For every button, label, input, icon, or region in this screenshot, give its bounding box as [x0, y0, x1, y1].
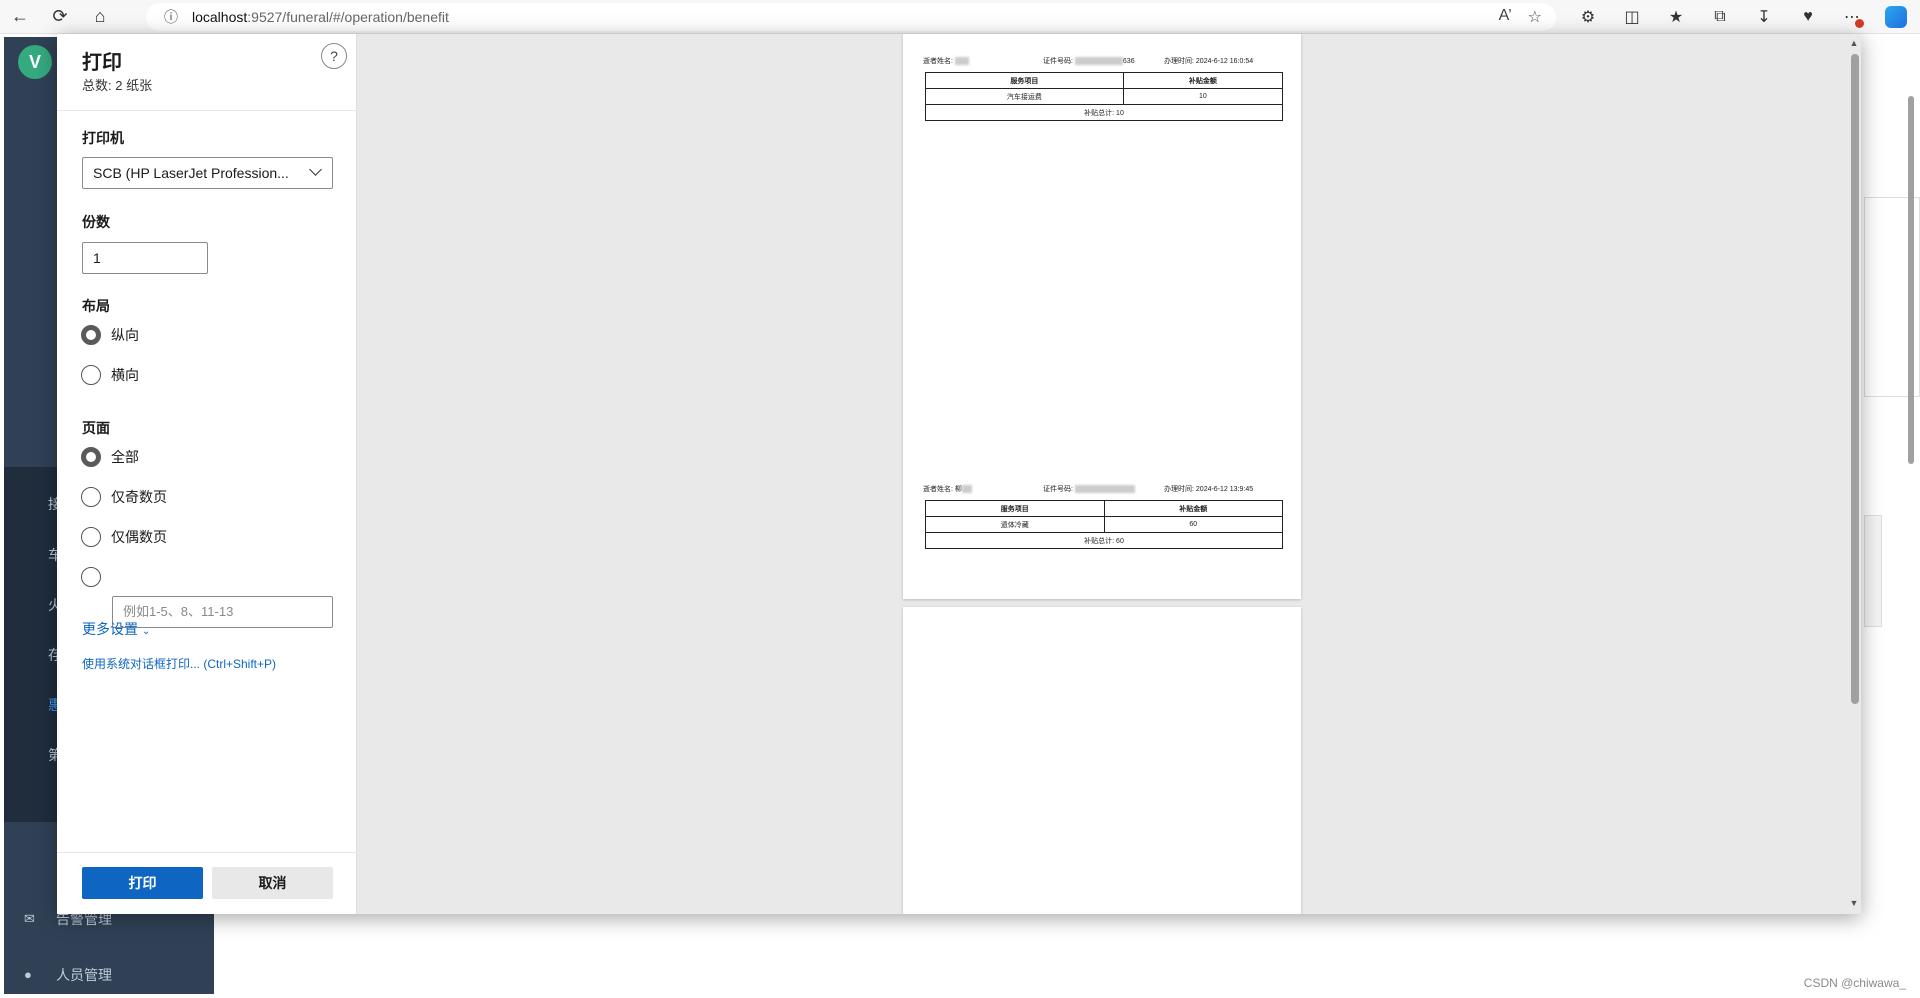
back-icon[interactable]: ← — [0, 0, 40, 34]
print-dialog: 打印 总数: 2 纸张 ? 打印机 SCB (HP LaserJet Profe… — [57, 34, 1861, 914]
user-icon: ● — [24, 967, 32, 982]
layout-landscape-radio[interactable]: 横向 — [81, 365, 139, 385]
radio-selected-icon — [81, 325, 101, 345]
system-dialog-link[interactable]: 使用系统对话框打印... (Ctrl+Shift+P) — [82, 655, 276, 672]
notification-badge — [1855, 19, 1864, 28]
print-button[interactable]: 打印 — [82, 867, 203, 899]
pages-all-radio[interactable]: 全部 — [81, 447, 139, 467]
preview-page — [903, 607, 1301, 914]
chevron-down-icon — [309, 163, 322, 176]
browser-toolbar: ← ⟳ ⌂ ⓘ localhost:9527/funeral/#/operati… — [0, 0, 1920, 34]
favorite-star-icon[interactable]: ☆ — [1528, 7, 1542, 27]
print-preview: 逝者姓名: 证件号码: 636 办理时间: 2024-6-12 16:0:54 … — [357, 34, 1861, 914]
radio-label: 仅偶数页 — [111, 529, 167, 545]
page-scrollbar[interactable] — [1908, 36, 1918, 996]
collections-icon[interactable]: ⧉ — [1702, 0, 1738, 34]
copies-label: 份数 — [82, 214, 110, 230]
printer-label: 打印机 — [82, 130, 124, 146]
split-screen-icon[interactable]: ◫ — [1614, 0, 1650, 34]
pages-label: 页面 — [82, 420, 110, 436]
preview-page: 逝者姓名: 证件号码: 636 办理时间: 2024-6-12 16:0:54 … — [903, 34, 1301, 599]
radio-icon — [81, 527, 101, 547]
record-table: 服务项目 补贴金额 汽车接运费 10 补贴总计: 10 — [925, 72, 1284, 121]
address-bar[interactable]: ⓘ localhost:9527/funeral/#/operation/ben… — [146, 3, 1556, 31]
record-id: 证件号码: 636 — [1043, 57, 1135, 66]
layout-portrait-radio[interactable]: 纵向 — [81, 325, 139, 345]
radio-icon — [81, 487, 101, 507]
record-header: 逝者姓名: 柳 — [923, 484, 972, 494]
radio-label: 仅奇数页 — [111, 489, 167, 505]
scroll-down-icon[interactable]: ▼ — [1849, 898, 1859, 908]
printer-value: SCB (HP LaserJet Profession... — [93, 165, 289, 181]
pages-even-radio[interactable]: 仅偶数页 — [81, 527, 167, 547]
printer-select[interactable]: SCB (HP LaserJet Profession... — [82, 157, 333, 189]
dialog-title: 打印 — [82, 52, 122, 74]
more-settings-label: 更多设置 — [82, 621, 138, 637]
chat-icon: ✉ — [24, 911, 35, 926]
print-settings-panel: 打印 总数: 2 纸张 ? 打印机 SCB (HP LaserJet Profe… — [57, 34, 357, 914]
layout-label: 布局 — [82, 298, 110, 314]
preview-scrollbar[interactable] — [1851, 54, 1859, 704]
copies-input[interactable]: 1 — [82, 242, 208, 274]
radio-label: 全部 — [111, 449, 139, 465]
record-time: 办理时间: 2024-6-12 13:9:45 — [1164, 486, 1254, 493]
home-icon[interactable]: ⌂ — [80, 0, 120, 34]
site-info-icon[interactable]: ⓘ — [156, 7, 186, 27]
radio-label: 横向 — [111, 367, 139, 383]
read-aloud-icon[interactable]: A’ — [1499, 7, 1512, 27]
radio-label: 纵向 — [111, 327, 139, 343]
downloads-icon[interactable]: ↧ — [1746, 0, 1782, 34]
refresh-icon[interactable]: ⟳ — [40, 0, 80, 34]
record-time: 办理时间: 2024-6-12 16:0:54 — [1164, 58, 1254, 65]
record-table: 服务项目 补贴金额 遗体冷藏 60 补贴总计: 60 — [925, 500, 1283, 549]
app-logo: V — [18, 45, 52, 79]
more-menu-icon[interactable]: ⋯ — [1834, 0, 1870, 34]
watermark: CSDN @chiwawa_ — [1803, 976, 1906, 990]
radio-selected-icon — [81, 447, 101, 467]
scroll-up-icon[interactable]: ▲ — [1849, 38, 1859, 48]
radio-icon — [81, 567, 101, 587]
chevron-down-icon: ⌄ — [141, 626, 151, 637]
pages-odd-radio[interactable]: 仅奇数页 — [81, 487, 167, 507]
sidebar-item-staff[interactable]: ● 人员管理 — [24, 965, 112, 985]
sidebar-item-label: 人员管理 — [56, 967, 112, 983]
cancel-button[interactable]: 取消 — [212, 867, 333, 899]
more-settings-link[interactable]: 更多设置 ⌄ — [82, 619, 150, 639]
sheet-count: 总数: 2 纸张 — [82, 78, 153, 93]
help-icon[interactable]: ? — [321, 43, 347, 69]
performance-icon[interactable]: ♥ — [1790, 0, 1826, 34]
record-header: 逝者姓名: — [923, 56, 969, 66]
copilot-icon[interactable] — [1878, 0, 1914, 34]
pages-custom-radio[interactable] — [81, 567, 101, 587]
favorites-icon[interactable]: ★ — [1658, 0, 1694, 34]
extensions-icon[interactable]: ⚙ — [1570, 0, 1606, 34]
url-text[interactable]: localhost:9527/funeral/#/operation/benef… — [192, 9, 449, 25]
radio-icon — [81, 365, 101, 385]
record-id: 证件号码: — [1043, 484, 1135, 494]
